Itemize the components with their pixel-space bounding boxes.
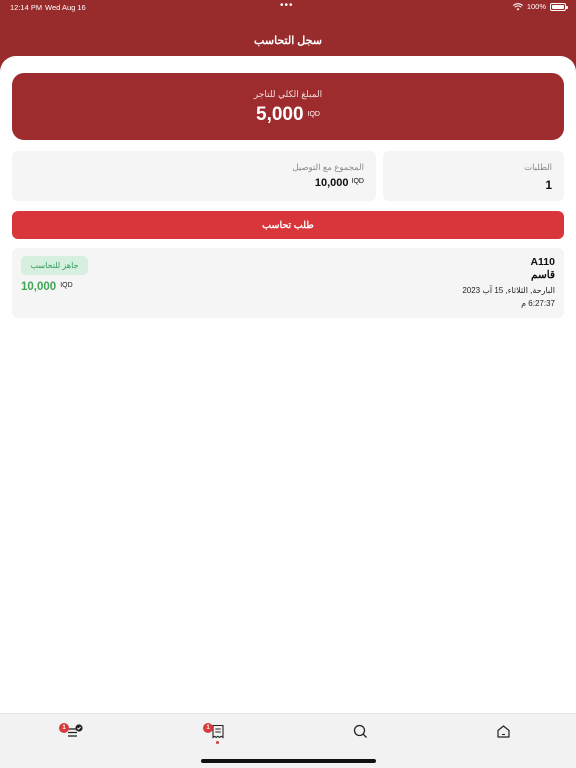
home-indicator[interactable] xyxy=(201,759,376,763)
total-amount: 5,000 IQD xyxy=(12,104,564,126)
total-value: 5,000 xyxy=(256,104,304,125)
settlements-badge: 1 xyxy=(203,723,213,733)
battery-icon xyxy=(550,2,568,11)
status-bar: 12:14 PM Wed Aug 16 ••• 100% xyxy=(0,0,576,14)
active-tab-indicator xyxy=(216,741,219,744)
receipt-icon xyxy=(212,724,224,739)
status-indicators: 100% xyxy=(512,2,568,11)
delivery-total-card: المجموع مع التوصيل 10,000 IQD xyxy=(12,151,376,201)
status-time: 12:14 PM xyxy=(10,3,43,12)
tab-orders-list[interactable]: 1 xyxy=(59,722,89,752)
delivery-label: المجموع مع التوصيل xyxy=(292,162,364,172)
page-title: سجل التحاسب xyxy=(254,35,322,47)
status-date: Wed Aug 16 xyxy=(45,3,86,12)
wifi-icon xyxy=(512,2,523,10)
customer-name: قاسم xyxy=(530,269,555,281)
order-time: 6:27:37 م xyxy=(521,299,555,308)
tab-settlements[interactable]: 1 xyxy=(203,722,233,752)
orders-value: 1 xyxy=(545,178,552,192)
delivery-currency: IQD xyxy=(351,178,364,185)
battery-percentage: 100% xyxy=(526,2,546,11)
orders-label: الطلبات xyxy=(524,162,552,172)
order-date: البارحة, الثلاثاء, 15 آب 2023 xyxy=(462,286,555,295)
order-id: A110 xyxy=(530,256,555,268)
order-amount: 10,000 IQD xyxy=(21,281,73,293)
orders-count-card: الطلبات 1 xyxy=(383,151,564,201)
total-label: المبلغ الكلي للتاجر xyxy=(253,89,323,99)
order-amount-value: 10,000 xyxy=(21,281,57,293)
request-settlement-button[interactable]: طلب تحاسب xyxy=(12,211,564,239)
delivery-value: 10,000 xyxy=(314,177,349,189)
multitask-dots[interactable]: ••• xyxy=(280,0,294,11)
orders-badge: 1 xyxy=(59,723,69,733)
order-currency: IQD xyxy=(60,282,73,289)
tab-home[interactable] xyxy=(488,722,518,752)
search-icon xyxy=(353,724,367,738)
home-icon xyxy=(497,725,510,738)
settlement-order-card[interactable]: A110 قاسم البارحة, الثلاثاء, 15 آب 2023 … xyxy=(12,248,564,318)
list-check-icon xyxy=(68,724,83,737)
delivery-amount: 10,000 IQD xyxy=(315,177,364,189)
merchant-total-card: المبلغ الكلي للتاجر 5,000 IQD xyxy=(12,73,564,140)
tab-search[interactable] xyxy=(345,722,375,752)
status-badge: جاهز للتحاسب xyxy=(21,256,88,275)
total-currency: IQD xyxy=(307,111,320,118)
